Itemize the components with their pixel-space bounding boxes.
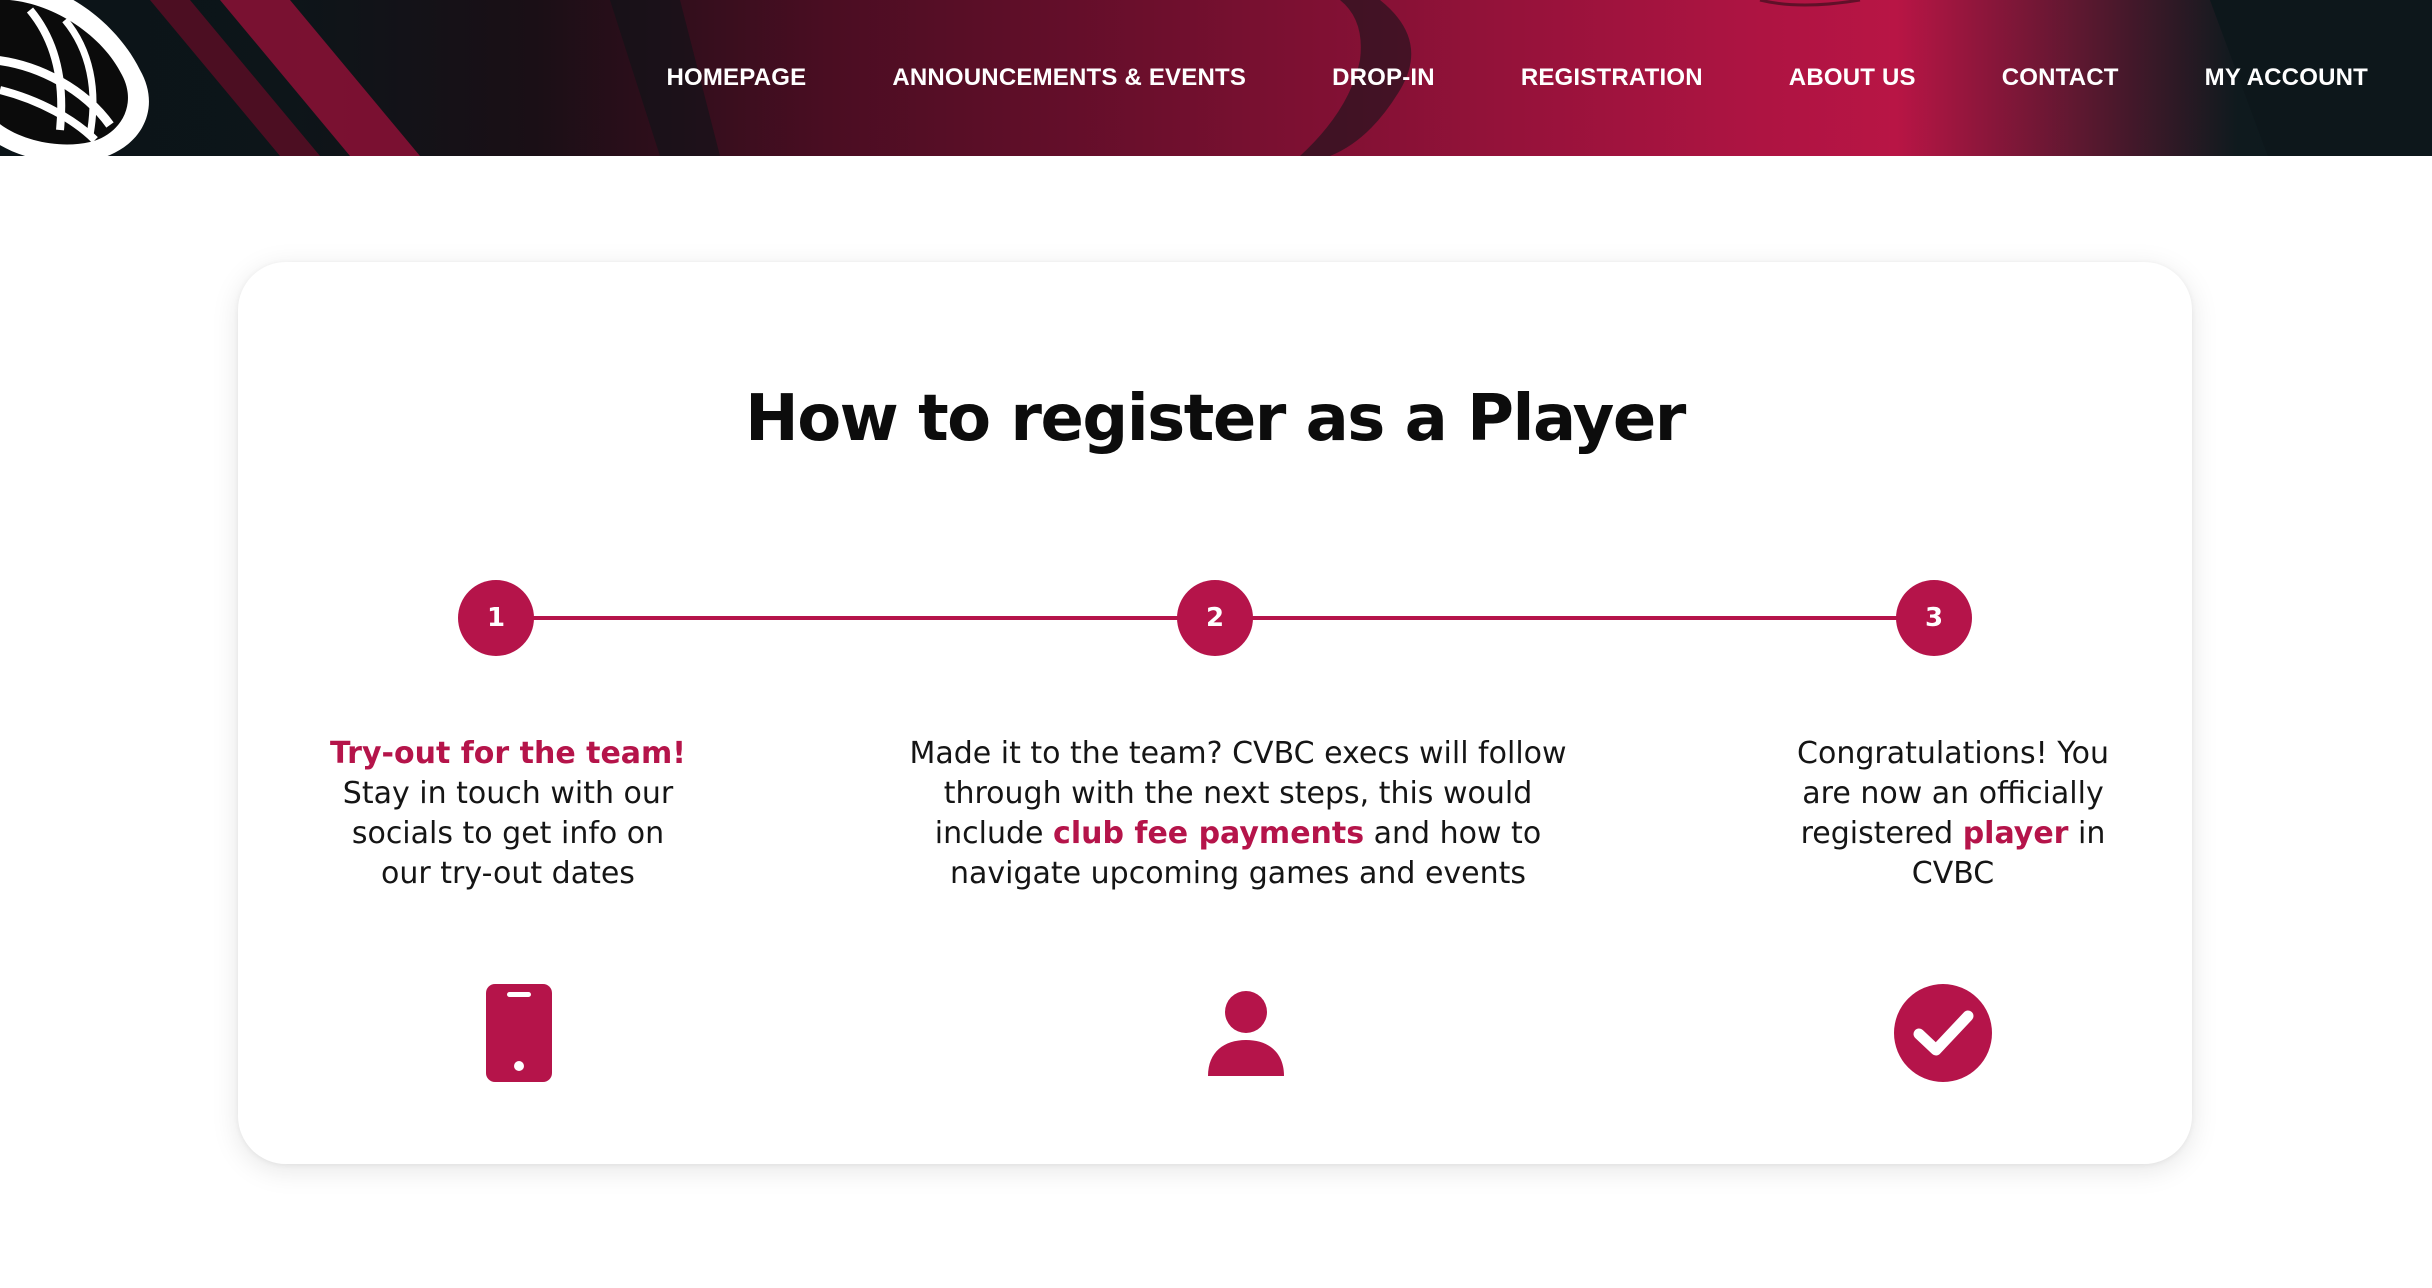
nav-homepage[interactable]: HOMEPAGE (666, 64, 806, 92)
nav-registration[interactable]: REGISTRATION (1521, 64, 1703, 92)
nav-about-us[interactable]: ABOUT US (1789, 64, 1916, 92)
registration-steps-card: How to register as a Player 1 2 3 Try-ou… (238, 262, 2192, 1164)
site-header: HOMEPAGE ANNOUNCEMENTS & EVENTS DROP-IN … (0, 0, 2432, 156)
check-circle-icon (1894, 984, 1992, 1082)
volleyball-wing-logo-icon[interactable] (0, 0, 180, 156)
nav-my-account[interactable]: MY ACCOUNT (2205, 64, 2368, 92)
nav-contact[interactable]: CONTACT (2002, 64, 2119, 92)
step-3-description: Congratulations! You are now an official… (1783, 734, 2123, 894)
nav-announcements-events[interactable]: ANNOUNCEMENTS & EVENTS (892, 64, 1246, 92)
mobile-phone-icon (486, 984, 552, 1082)
step-1-text: Stay in touch with our socials to get in… (342, 776, 674, 891)
step-3-badge: 3 (1896, 580, 1972, 656)
step-1-highlight: Try-out for the team! (330, 736, 686, 771)
user-icon (1208, 991, 1284, 1076)
step-1-badge: 1 (458, 580, 534, 656)
nav-drop-in[interactable]: DROP-IN (1332, 64, 1435, 92)
step-3-highlight: player (1962, 816, 2069, 851)
step-1-description: Try-out for the team! Stay in touch with… (328, 734, 688, 894)
step-2-highlight: club fee payments (1053, 816, 1365, 851)
main-navigation: HOMEPAGE ANNOUNCEMENTS & EVENTS DROP-IN … (666, 0, 2432, 156)
step-2-badge: 2 (1177, 580, 1253, 656)
step-2-description: Made it to the team? CVBC execs will fol… (898, 734, 1578, 894)
page-title: How to register as a Player (745, 382, 1686, 456)
